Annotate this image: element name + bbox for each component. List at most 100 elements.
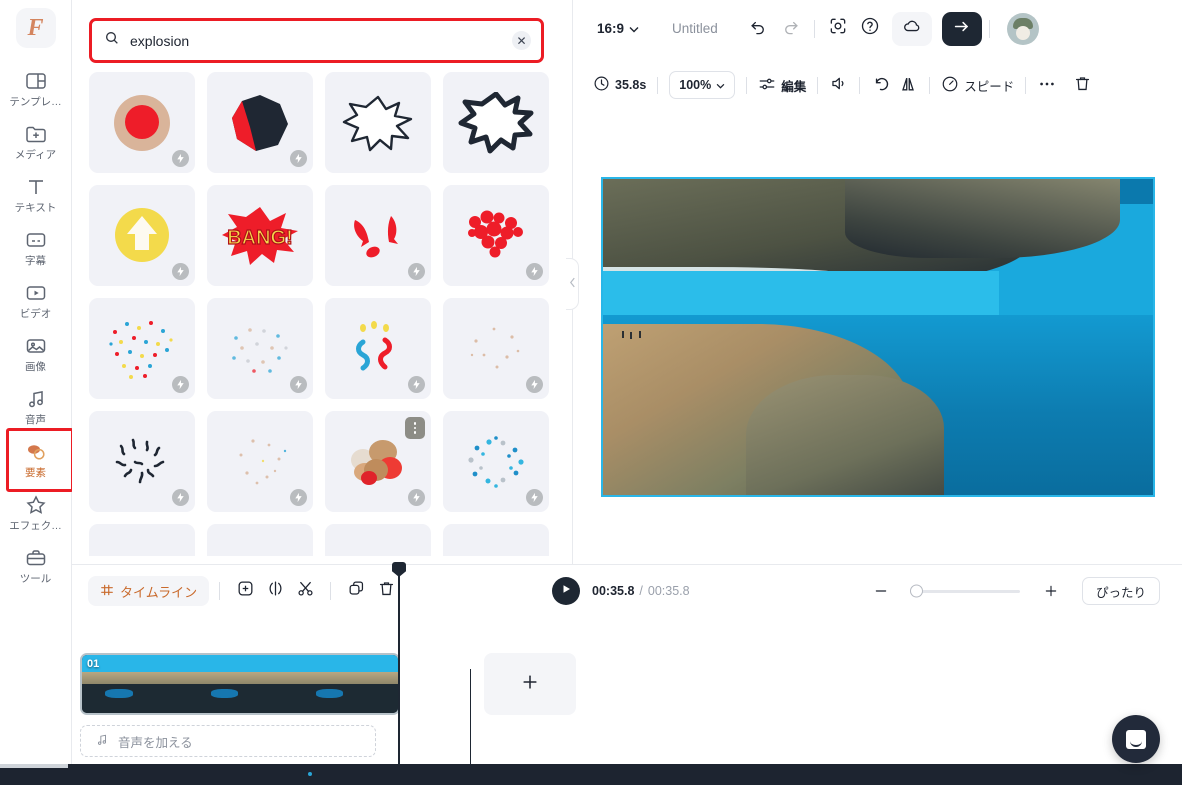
add-audio-track[interactable]: 音声を加える — [80, 725, 376, 757]
timeline-zoom-in-button[interactable] — [1036, 576, 1066, 606]
aspect-ratio-selector[interactable]: 16:9 — [597, 20, 639, 38]
ai-focus-icon — [828, 16, 848, 41]
element-more-button[interactable] — [405, 417, 425, 439]
element-card[interactable] — [89, 411, 195, 512]
sidebar-item-image[interactable]: 画像 — [4, 327, 68, 379]
element-card[interactable] — [89, 72, 195, 173]
divider — [859, 76, 861, 94]
top-action-icons — [743, 11, 1039, 46]
search-clear-button[interactable]: ✕ — [512, 31, 531, 50]
slider-knob[interactable] — [909, 584, 923, 598]
element-card[interactable] — [89, 298, 195, 399]
image-icon — [24, 334, 48, 358]
more-options-button[interactable] — [1037, 74, 1057, 97]
divider — [929, 76, 931, 94]
timeline-clip[interactable]: 01 — [80, 653, 400, 715]
element-card[interactable] — [207, 72, 313, 173]
chevron-down-icon — [629, 20, 639, 38]
zoom-level-selector[interactable]: 100% — [669, 71, 736, 99]
chat-support-button[interactable] — [1112, 715, 1160, 763]
project-title[interactable]: Untitled — [672, 21, 718, 36]
copy-icon — [347, 579, 366, 603]
template-icon — [24, 69, 48, 93]
ai-focus-button[interactable] — [822, 13, 854, 45]
element-card[interactable] — [325, 298, 431, 399]
sidebar-item-audio[interactable]: 音声 — [4, 380, 68, 432]
element-card[interactable] — [443, 411, 549, 512]
sidebar-item-media[interactable]: メディア — [4, 115, 68, 167]
timeline-icon — [100, 583, 114, 600]
sidebar-item-label: 字幕 — [25, 255, 46, 267]
timeline-zoom-slider[interactable] — [909, 584, 1020, 598]
sidebar-item-caption[interactable]: 字幕 — [4, 221, 68, 273]
sidebar-item-text[interactable]: テキスト — [4, 168, 68, 220]
slider-track[interactable] — [909, 584, 1020, 598]
mirror-icon — [898, 74, 918, 97]
timeline-cut-button[interactable] — [290, 576, 320, 606]
chevron-left-icon — [569, 275, 576, 293]
element-card[interactable] — [325, 411, 431, 512]
element-card[interactable] — [325, 185, 431, 286]
app-logo[interactable]: F — [15, 8, 56, 48]
divider — [817, 76, 819, 94]
timeline-ruler[interactable] — [80, 617, 1170, 643]
element-card[interactable] — [325, 72, 431, 173]
cloud-save-button[interactable] — [891, 11, 932, 46]
timeline-split-marker-button[interactable] — [260, 576, 290, 606]
play-button[interactable] — [552, 577, 580, 605]
element-card[interactable] — [443, 185, 549, 286]
element-card[interactable] — [207, 411, 313, 512]
sidebar-item-label: ツール — [19, 573, 52, 585]
search-input[interactable] — [130, 32, 502, 49]
avatar-face — [1015, 25, 1030, 40]
edit-button[interactable]: 編集 — [758, 75, 806, 96]
sidebar-item-elements[interactable]: 要素 — [4, 428, 74, 492]
panel-collapse-handle[interactable] — [566, 258, 579, 310]
clip-number: 01 — [87, 658, 100, 670]
search-box[interactable]: ✕ — [92, 21, 541, 60]
elements-grid: BANG! — [89, 72, 561, 564]
timeline-playhead[interactable] — [392, 562, 406, 765]
element-card[interactable] — [89, 185, 195, 286]
user-avatar[interactable] — [1006, 12, 1039, 45]
preview-canvas[interactable] — [601, 177, 1155, 497]
redo-button[interactable] — [775, 13, 807, 45]
redo-icon — [781, 17, 800, 41]
sidebar-item-tools[interactable]: ツール — [4, 539, 68, 591]
svg-text:BANG!: BANG! — [227, 227, 293, 249]
sidebar-item-label: メディア — [14, 149, 57, 161]
export-button[interactable] — [941, 11, 982, 46]
help-button[interactable] — [854, 13, 886, 45]
speed-label: スピード — [964, 79, 1015, 94]
timeline-delete-button[interactable] — [371, 576, 401, 606]
fit-to-timeline-button[interactable]: ぴったり — [1081, 577, 1160, 605]
timeline-duplicate-button[interactable] — [341, 576, 371, 606]
rotate-button[interactable] — [871, 74, 890, 96]
volume-button[interactable] — [829, 74, 848, 96]
timeline-add-button[interactable] — [230, 576, 260, 606]
timeline-zoom-out-button[interactable] — [866, 576, 896, 606]
people-on-cliff — [620, 330, 675, 344]
sidebar-item-video[interactable]: ビデオ — [4, 274, 68, 326]
cliff-top-right — [845, 179, 1120, 258]
sidebar-item-template[interactable]: テンプレ… — [4, 62, 68, 114]
mirror-button[interactable] — [898, 74, 918, 97]
clip-duration-value: 35.8s — [615, 78, 647, 92]
sidebar-item-effects[interactable]: エフェク… — [4, 486, 68, 538]
element-card[interactable] — [443, 72, 549, 173]
divider — [813, 19, 815, 38]
speed-button[interactable]: スピード — [941, 75, 1014, 96]
add-clip-button[interactable] — [484, 653, 576, 715]
sidebar-item-label: テキスト — [14, 202, 57, 214]
pro-badge — [290, 489, 307, 506]
sidebar-item-label: 音声 — [25, 414, 46, 426]
element-card[interactable] — [207, 298, 313, 399]
element-card[interactable]: BANG! — [207, 185, 313, 286]
undo-button[interactable] — [743, 13, 775, 45]
delete-clip-button[interactable] — [1073, 74, 1092, 96]
pro-badge — [526, 489, 543, 506]
app-logo-letter: F — [27, 15, 44, 41]
timeline-mode-chip[interactable]: タイムライン — [88, 576, 210, 606]
element-card[interactable] — [443, 298, 549, 399]
cliff-foreground-rock — [746, 374, 944, 495]
